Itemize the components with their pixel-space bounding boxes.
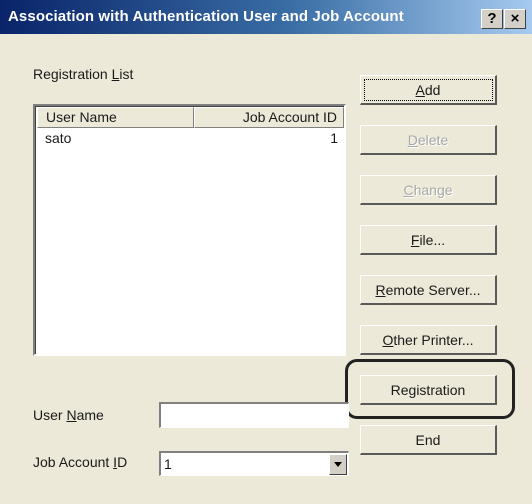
delete-button[interactable]: Delete	[360, 125, 497, 155]
add-button[interactable]: Add	[360, 75, 497, 105]
column-header-user-name[interactable]: User Name	[37, 107, 194, 128]
other-printer-button[interactable]: Other Printer...	[360, 325, 497, 355]
title-bar[interactable]: Association with Authentication User and…	[0, 0, 532, 34]
dropdown-button[interactable]	[329, 454, 347, 475]
row-user-name: sato	[45, 130, 72, 146]
file-button[interactable]: File...	[360, 225, 497, 255]
row-job-account-id: 1	[330, 130, 338, 146]
remote-server-button[interactable]: Remote Server...	[360, 275, 497, 305]
window-title: Association with Authentication User and…	[8, 8, 404, 25]
job-account-id-label: Job Account ID	[33, 454, 128, 470]
user-name-input[interactable]	[159, 402, 349, 428]
job-account-id-select[interactable]: 1	[159, 451, 349, 476]
column-header-job-account-id[interactable]: Job Account ID	[194, 107, 344, 128]
help-button[interactable]: ?	[481, 9, 503, 29]
job-account-id-value: 1	[164, 456, 172, 472]
list-row[interactable]: sato 1	[37, 130, 344, 148]
registration-list[interactable]: User Name Job Account ID sato 1	[33, 104, 346, 356]
close-button[interactable]: ×	[504, 9, 526, 29]
end-button[interactable]: End	[360, 425, 497, 455]
list-header: User Name Job Account ID	[37, 107, 344, 128]
registration-list-label: Registration List	[33, 66, 134, 82]
user-name-label: User Name	[33, 407, 104, 423]
registration-highlight-box	[345, 359, 515, 419]
dialog-window: Association with Authentication User and…	[0, 0, 532, 504]
change-button[interactable]: Change	[360, 175, 497, 205]
chevron-down-icon	[334, 462, 342, 467]
